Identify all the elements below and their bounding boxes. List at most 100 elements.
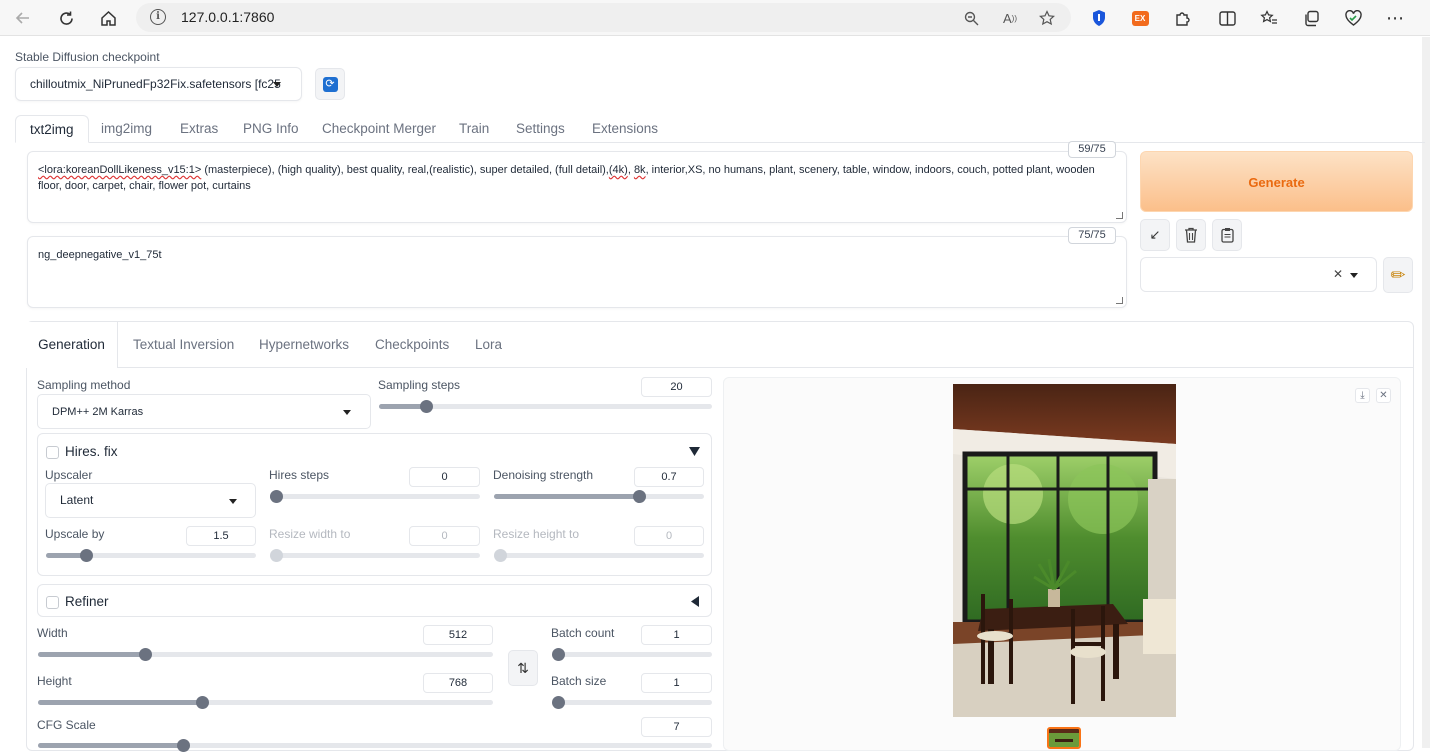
upscaler-dropdown[interactable]: Latent xyxy=(45,483,256,518)
denoising-strength-input[interactable]: 0.7 xyxy=(634,467,704,487)
download-icon[interactable]: ⤓ xyxy=(1355,388,1370,403)
prompt-text-a: (masterpiece), (high quality), best qual… xyxy=(201,164,609,176)
batch-size-input[interactable]: 1 xyxy=(641,673,712,693)
cfg-scale-input[interactable]: 7 xyxy=(641,717,712,737)
tab-img2img[interactable]: img2img xyxy=(101,115,152,143)
gallery-thumbnail[interactable] xyxy=(1047,727,1081,749)
browser-essentials-icon[interactable] xyxy=(1341,6,1365,30)
slider-thumb[interactable] xyxy=(195,696,209,709)
slider-thumb[interactable] xyxy=(176,739,190,752)
info-icon[interactable]: i xyxy=(150,9,166,25)
slider-thumb[interactable] xyxy=(138,648,152,661)
upscale-by-input[interactable]: 1.5 xyxy=(186,526,256,546)
negative-prompt-textarea[interactable]: ng_deepnegative_v1_75t xyxy=(27,236,1127,308)
height-slider[interactable] xyxy=(38,696,493,709)
tab-extras[interactable]: Extras xyxy=(180,115,218,143)
batch-count-input[interactable]: 1 xyxy=(641,625,712,645)
resize-handle-icon[interactable] xyxy=(1116,212,1123,219)
sampling-steps-input[interactable]: 20 xyxy=(641,377,712,397)
resize-height-slider[interactable] xyxy=(494,549,704,562)
height-input[interactable]: 768 xyxy=(423,673,493,693)
favorites-icon[interactable] xyxy=(1257,6,1281,30)
collapse-triangle-icon[interactable] xyxy=(689,447,700,456)
hires-steps-label: Hires steps xyxy=(269,468,330,482)
cfg-scale-label: CFG Scale xyxy=(37,718,96,732)
tab-settings[interactable]: Settings xyxy=(516,115,565,143)
back-arrow-icon[interactable] xyxy=(10,5,36,31)
tab-checkpoints[interactable]: Checkpoints xyxy=(375,322,449,368)
ex-extension-icon[interactable]: EX xyxy=(1128,6,1152,30)
resize-handle-icon[interactable] xyxy=(1116,297,1123,304)
trash-icon xyxy=(1185,227,1197,243)
slider-fill xyxy=(494,494,639,499)
slider-thumb[interactable] xyxy=(79,549,93,562)
apply-style-button[interactable] xyxy=(1212,219,1242,251)
tab-checkpoint-merger[interactable]: Checkpoint Merger xyxy=(322,115,436,143)
styles-dropdown[interactable]: ✕ xyxy=(1140,257,1377,292)
expand-triangle-icon[interactable] xyxy=(691,596,699,607)
swap-dimensions-button[interactable]: ⇅ xyxy=(508,650,538,686)
slider-thumb[interactable] xyxy=(419,400,433,413)
resize-height-input[interactable]: 0 xyxy=(634,526,704,546)
pencil-icon: ✏ xyxy=(1390,264,1406,285)
upscale-by-slider[interactable] xyxy=(46,549,256,562)
sampling-method-dropdown[interactable]: DPM++ 2M Karras xyxy=(37,394,371,429)
address-bar[interactable]: i 127.0.0.1:7860 A)) xyxy=(136,3,1071,32)
prompt-tag-4k: (4k) xyxy=(608,164,628,176)
generated-image[interactable] xyxy=(953,384,1176,717)
hires-fix-title[interactable]: Hires. fix xyxy=(65,444,118,459)
prompt-textarea[interactable]: <lora:koreanDollLikeness_v15:1> (masterp… xyxy=(27,151,1127,223)
tab-txt2img[interactable]: txt2img xyxy=(15,115,89,143)
width-label: Width xyxy=(37,626,68,640)
refresh-checkpoint-button[interactable]: ⟳ xyxy=(315,68,345,100)
batch-size-slider[interactable] xyxy=(552,696,712,709)
tab-divider xyxy=(118,367,1414,368)
tab-png-info[interactable]: PNG Info xyxy=(243,115,299,143)
hires-steps-slider[interactable] xyxy=(270,490,480,503)
read-params-button[interactable]: ↙ xyxy=(1140,219,1170,251)
tab-hypernetworks[interactable]: Hypernetworks xyxy=(259,322,349,368)
prompt-token-counter: 59/75 xyxy=(1068,141,1116,158)
favorite-star-icon[interactable] xyxy=(1036,7,1058,29)
tab-textual-inversion[interactable]: Textual Inversion xyxy=(133,322,234,368)
hires-fix-checkbox[interactable] xyxy=(46,446,59,459)
home-icon[interactable] xyxy=(95,5,121,31)
cfg-scale-slider[interactable] xyxy=(38,739,712,752)
puzzle-extensions-icon[interactable] xyxy=(1170,6,1194,30)
width-input[interactable]: 512 xyxy=(423,625,493,645)
refiner-checkbox[interactable] xyxy=(46,596,59,609)
tab-extensions[interactable]: Extensions xyxy=(592,115,658,143)
tab-generation[interactable]: Generation xyxy=(26,322,118,368)
clear-prompt-button[interactable] xyxy=(1176,219,1206,251)
split-screen-icon[interactable] xyxy=(1215,6,1239,30)
width-slider[interactable] xyxy=(38,648,493,661)
sampling-steps-slider[interactable] xyxy=(379,400,712,413)
edit-styles-button[interactable]: ✏ xyxy=(1383,257,1413,293)
close-icon[interactable]: ✕ xyxy=(1376,388,1391,403)
zoom-icon[interactable] xyxy=(960,7,982,29)
slider-thumb[interactable] xyxy=(632,490,646,503)
page-scrollbar[interactable] xyxy=(1422,37,1430,748)
tab-train[interactable]: Train xyxy=(459,115,489,143)
shield-extension-icon[interactable] xyxy=(1087,6,1111,30)
hires-steps-input[interactable]: 0 xyxy=(409,467,480,487)
refiner-title[interactable]: Refiner xyxy=(65,594,109,609)
tab-lora[interactable]: Lora xyxy=(475,322,502,368)
batch-count-slider[interactable] xyxy=(552,648,712,661)
url-text[interactable]: 127.0.0.1:7860 xyxy=(181,9,274,25)
upscale-by-label: Upscale by xyxy=(45,527,105,541)
chevron-down-icon xyxy=(229,499,237,504)
collections-icon[interactable] xyxy=(1299,6,1323,30)
read-aloud-icon[interactable]: A)) xyxy=(999,7,1021,29)
denoising-strength-slider[interactable] xyxy=(494,490,704,503)
checkpoint-dropdown[interactable]: chilloutmix_NiPrunedFp32Fix.safetensors … xyxy=(15,67,302,101)
generate-button[interactable]: Generate xyxy=(1140,151,1413,212)
resize-width-input[interactable]: 0 xyxy=(409,526,480,546)
slider-fill xyxy=(38,700,202,705)
sampling-method-label: Sampling method xyxy=(37,378,131,392)
clear-x-icon[interactable]: ✕ xyxy=(1333,267,1343,281)
reload-icon[interactable] xyxy=(53,5,79,31)
more-options-icon[interactable]: ⋯ xyxy=(1383,6,1407,30)
sampling-steps-label: Sampling steps xyxy=(378,378,461,392)
resize-width-slider[interactable] xyxy=(270,549,480,562)
